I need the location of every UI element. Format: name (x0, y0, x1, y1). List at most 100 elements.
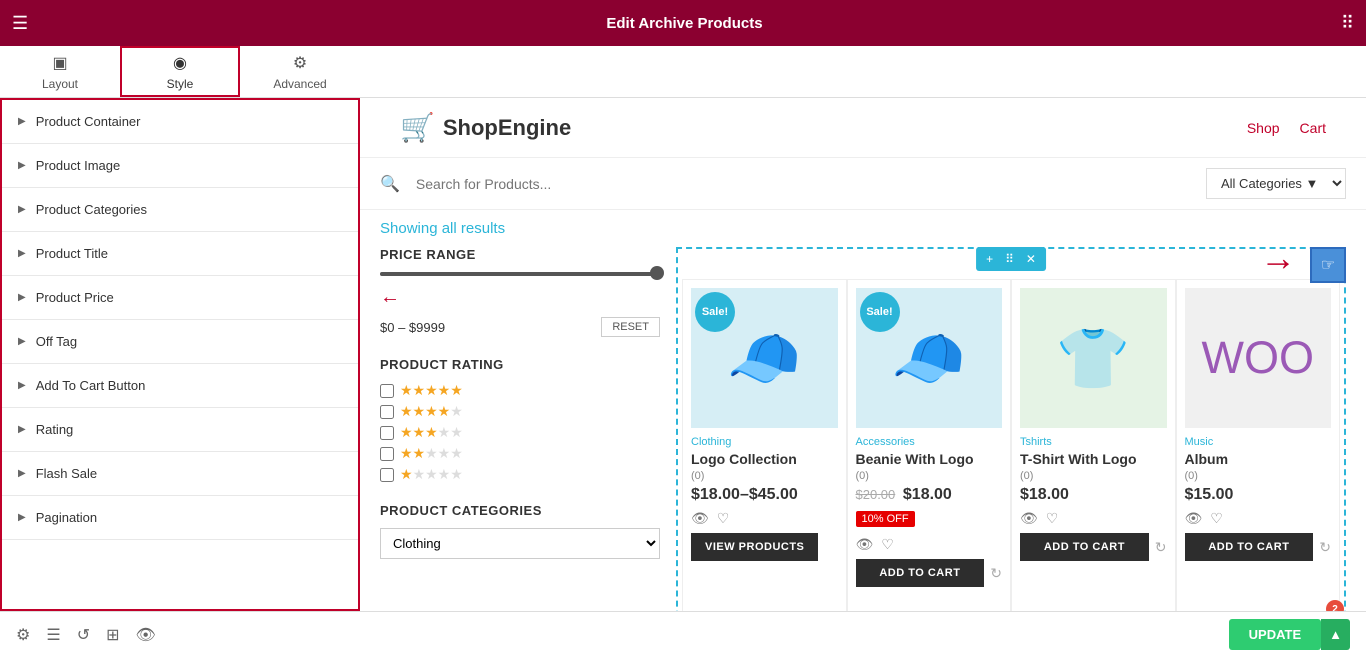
tab-style-label: Style (167, 77, 194, 91)
panel-item-product-image[interactable]: ▶ Product Image (2, 144, 358, 188)
categories-select[interactable]: Clothing (380, 528, 660, 559)
category-select[interactable]: All Categories ▼ (1206, 168, 1346, 199)
stars-2: ★★★★★ (400, 445, 463, 462)
panel-item-label: Add To Cart Button (36, 378, 146, 393)
grid-icon[interactable]: ⠿ (1341, 13, 1354, 34)
view-icon-1[interactable]: 👁 (691, 510, 709, 527)
product-card-2: Sale! 🧢 Accessories Beanie With Logo (0)… (847, 279, 1012, 611)
product-name-1: Logo Collection (691, 451, 838, 467)
product-category-1[interactable]: Clothing (691, 436, 838, 448)
refresh-icon-3[interactable]: ↻ (1155, 539, 1167, 556)
undo-icon[interactable]: ↺ (77, 625, 90, 645)
rating-checkbox-1[interactable] (380, 468, 394, 482)
search-button[interactable]: 🔍 (380, 174, 400, 194)
view-products-button-1[interactable]: VIEW PRODUCTS (691, 533, 818, 561)
layout-icon: ▣ (52, 53, 67, 73)
panel-item-product-container[interactable]: ▶ Product Container (2, 100, 358, 144)
shop-header: 🛒 ShopEngine Shop Cart (360, 98, 1366, 158)
cart-icon-container[interactable]: 🛒 2 (1306, 608, 1336, 611)
product-category-3[interactable]: Tshirts (1020, 436, 1167, 448)
stars-1: ★★★★★ (400, 466, 463, 483)
panel-item-off-tag[interactable]: ▶ Off Tag (2, 320, 358, 364)
add-to-cart-button-2[interactable]: ADD TO CART (856, 559, 985, 587)
wishlist-icon-2[interactable]: ♡ (881, 536, 894, 553)
panel-item-label: Flash Sale (36, 466, 97, 481)
product-card-4: WOO Music Album (0) $15.00 👁 ♡ ADD TO CA… (1176, 279, 1341, 611)
update-dropdown-button[interactable]: ▲ (1321, 619, 1350, 650)
rating-checkbox-4[interactable] (380, 405, 394, 419)
price-range-bar[interactable] (380, 272, 660, 276)
style-icon: ◉ (173, 53, 187, 73)
chevron-icon: ▶ (18, 468, 26, 479)
product-category-4[interactable]: Music (1185, 436, 1332, 448)
wishlist-icon-1[interactable]: ♡ (717, 510, 730, 527)
chevron-icon: ▶ (18, 336, 26, 347)
settings-icon[interactable]: ⚙ (16, 625, 30, 645)
panel-item-add-to-cart[interactable]: ▶ Add To Cart Button (2, 364, 358, 408)
view-icon-3[interactable]: 👁 (1020, 510, 1038, 527)
product-name-4: Album (1185, 451, 1332, 467)
price-range-filled (380, 272, 660, 276)
active-element-button[interactable]: ☞ (1310, 247, 1346, 283)
rating-checkbox-2[interactable] (380, 447, 394, 461)
tab-layout[interactable]: ▣ Layout (0, 46, 120, 97)
shop-nav-shop[interactable]: Shop (1247, 120, 1280, 136)
stars-5: ★★★★★ (400, 382, 463, 399)
product-actions-4: 👁 ♡ (1185, 510, 1332, 527)
shop-nav-cart[interactable]: Cart (1300, 120, 1326, 136)
product-rating-section: PRODUCT RATING ★★★★★ ★★★★★ ★★★★★ (380, 357, 660, 483)
tab-advanced[interactable]: ⚙ Advanced (240, 46, 360, 97)
add-to-cart-button-3[interactable]: ADD TO CART (1020, 533, 1149, 561)
product-actions-3: 👁 ♡ (1020, 510, 1167, 527)
chevron-icon: ▶ (18, 380, 26, 391)
add-to-cart-button-4[interactable]: ADD TO CART (1185, 533, 1314, 561)
product-name-3: T-Shirt With Logo (1020, 451, 1167, 467)
view-icon-4[interactable]: 👁 (1185, 510, 1203, 527)
showing-text: Showing (380, 220, 442, 237)
toolbar-add-button[interactable]: + (982, 250, 997, 268)
main-layout: ▶ Product Container ▶ Product Image ▶ Pr… (0, 98, 1366, 611)
panel-item-label: Pagination (36, 510, 97, 525)
panel-item-product-categories[interactable]: ▶ Product Categories (2, 188, 358, 232)
price-range-handle[interactable] (650, 266, 664, 280)
panel-item-label: Product Container (36, 114, 141, 129)
hamburger-icon[interactable]: ☰ (12, 13, 28, 34)
rating-title: PRODUCT RATING (380, 357, 660, 372)
wishlist-icon-3[interactable]: ♡ (1046, 510, 1059, 527)
tab-style[interactable]: ◉ Style (120, 46, 240, 97)
layers-icon[interactable]: ☰ (46, 625, 60, 645)
refresh-icon-2[interactable]: ↻ (990, 565, 1002, 582)
toolbar-move-button[interactable]: ⠿ (1001, 250, 1018, 268)
panel-item-product-price[interactable]: ▶ Product Price (2, 276, 358, 320)
content-area: PRICE RANGE ← $0 – $9999 RESET PRODUCT R… (360, 247, 1366, 611)
reset-button[interactable]: RESET (601, 317, 660, 337)
panel-item-product-title[interactable]: ▶ Product Title (2, 232, 358, 276)
product-price-4: $15.00 (1185, 486, 1332, 504)
search-input[interactable] (410, 170, 1196, 198)
product-rating-2: (0) (856, 470, 1003, 482)
rating-checkbox-5[interactable] (380, 384, 394, 398)
chevron-icon: ▶ (18, 512, 26, 523)
showing-suffix: results (457, 220, 505, 237)
panel-item-rating[interactable]: ▶ Rating (2, 408, 358, 452)
panel-item-flash-sale[interactable]: ▶ Flash Sale (2, 452, 358, 496)
advanced-icon: ⚙ (293, 53, 307, 73)
preview-icon[interactable]: 👁 (136, 625, 156, 645)
wishlist-icon-4[interactable]: ♡ (1210, 510, 1223, 527)
refresh-icon-4[interactable]: ↻ (1319, 539, 1331, 556)
product-actions-1: 👁 ♡ (691, 510, 838, 527)
product-category-2[interactable]: Accessories (856, 436, 1003, 448)
product-rating-4: (0) (1185, 470, 1332, 482)
bottom-bar: ⚙ ☰ ↺ ⊞ 👁 UPDATE ▲ (0, 611, 1366, 657)
left-panel: ▶ Product Container ▶ Product Image ▶ Pr… (0, 98, 360, 611)
tab-advanced-label: Advanced (273, 77, 326, 91)
view-icon-2[interactable]: 👁 (856, 536, 874, 553)
panel-item-pagination[interactable]: ▶ Pagination (2, 496, 358, 540)
panel-item-label: Product Categories (36, 202, 147, 217)
panel-item-label: Product Title (36, 246, 108, 261)
rating-checkbox-3[interactable] (380, 426, 394, 440)
chevron-icon: ▶ (18, 292, 26, 303)
responsive-icon[interactable]: ⊞ (106, 625, 119, 645)
update-button[interactable]: UPDATE (1229, 619, 1321, 650)
toolbar-close-button[interactable]: ✕ (1022, 250, 1040, 268)
